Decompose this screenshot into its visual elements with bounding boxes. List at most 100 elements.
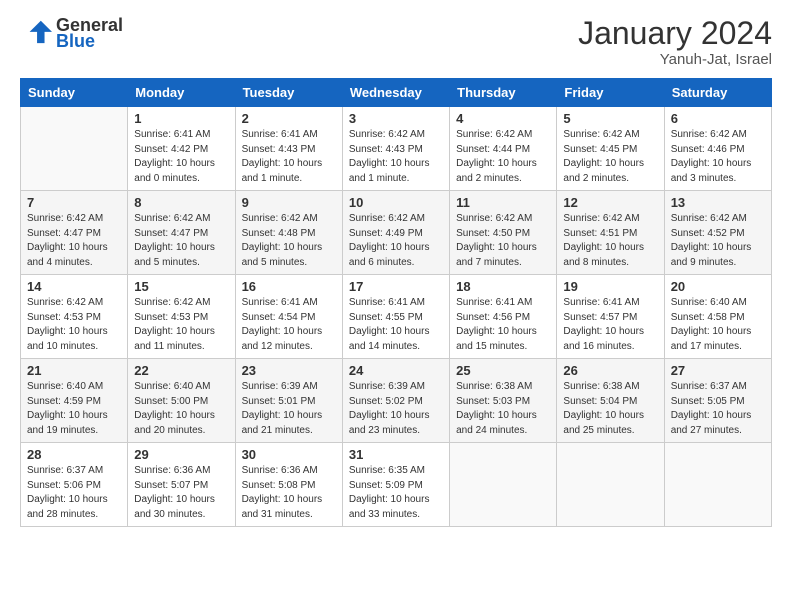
calendar-table: SundayMondayTuesdayWednesdayThursdayFrid…	[20, 78, 772, 527]
day-number: 10	[349, 195, 443, 210]
day-number: 25	[456, 363, 550, 378]
calendar-cell: 19 Sunrise: 6:41 AMSunset: 4:57 PMDayligh…	[557, 275, 664, 359]
day-number: 17	[349, 279, 443, 294]
day-detail: Sunrise: 6:39 AMSunset: 5:01 PMDaylight:…	[242, 380, 336, 438]
day-number: 4	[456, 111, 550, 126]
day-detail: Sunrise: 6:42 AMSunset: 4:50 PMDaylight:…	[456, 212, 550, 270]
day-number: 1	[134, 111, 228, 126]
day-detail: Sunrise: 6:42 AMSunset: 4:47 PMDaylight:…	[27, 212, 121, 270]
day-detail: Sunrise: 6:41 AMSunset: 4:57 PMDaylight:…	[563, 296, 657, 354]
calendar-dow-saturday: Saturday	[664, 79, 771, 107]
day-detail: Sunrise: 6:42 AMSunset: 4:51 PMDaylight:…	[563, 212, 657, 270]
day-number: 8	[134, 195, 228, 210]
calendar-dow-thursday: Thursday	[450, 79, 557, 107]
calendar-cell: 28 Sunrise: 6:37 AMSunset: 5:06 PMDayligh…	[21, 443, 128, 527]
day-detail: Sunrise: 6:41 AMSunset: 4:55 PMDaylight:…	[349, 296, 443, 354]
day-number: 21	[27, 363, 121, 378]
calendar-cell: 6 Sunrise: 6:42 AMSunset: 4:46 PMDaylight…	[664, 107, 771, 191]
day-detail: Sunrise: 6:42 AMSunset: 4:49 PMDaylight:…	[349, 212, 443, 270]
day-number: 23	[242, 363, 336, 378]
day-detail: Sunrise: 6:41 AMSunset: 4:43 PMDaylight:…	[242, 128, 336, 186]
calendar-cell: 29Sunrise: 6:36 AMSunset: 5:07 PMDayligh…	[128, 443, 235, 527]
page: General Blue January 2024 Yanuh-Jat, Isr…	[0, 0, 792, 612]
calendar-cell: 13Sunrise: 6:42 AMSunset: 4:52 PMDayligh…	[664, 191, 771, 275]
day-detail: Sunrise: 6:39 AMSunset: 5:02 PMDaylight:…	[349, 380, 443, 438]
month-title: January 2024	[578, 16, 772, 51]
day-number: 20	[671, 279, 765, 294]
day-number: 6	[671, 111, 765, 126]
calendar-cell: 25Sunrise: 6:38 AMSunset: 5:03 PMDayligh…	[450, 359, 557, 443]
calendar-dow-friday: Friday	[557, 79, 664, 107]
calendar-cell	[450, 443, 557, 527]
calendar-cell: 26 Sunrise: 6:38 AMSunset: 5:04 PMDayligh…	[557, 359, 664, 443]
calendar-cell: 1 Sunrise: 6:41 AMSunset: 4:42 PMDaylight…	[128, 107, 235, 191]
day-detail: Sunrise: 6:42 AMSunset: 4:48 PMDaylight:…	[242, 212, 336, 270]
day-detail: Sunrise: 6:38 AMSunset: 5:04 PMDaylight:…	[563, 380, 657, 438]
day-detail: Sunrise: 6:40 AMSunset: 4:59 PMDaylight:…	[27, 380, 121, 438]
day-detail: Sunrise: 6:40 AMSunset: 4:58 PMDaylight:…	[671, 296, 765, 354]
calendar-cell: 9 Sunrise: 6:42 AMSunset: 4:48 PMDaylight…	[235, 191, 342, 275]
day-detail: Sunrise: 6:35 AMSunset: 5:09 PMDaylight:…	[349, 464, 443, 522]
calendar-week-row: 7 Sunrise: 6:42 AMSunset: 4:47 PMDaylight…	[21, 191, 772, 275]
location: Yanuh-Jat, Israel	[578, 51, 772, 68]
day-detail: Sunrise: 6:41 AMSunset: 4:56 PMDaylight:…	[456, 296, 550, 354]
calendar-cell: 18 Sunrise: 6:41 AMSunset: 4:56 PMDayligh…	[450, 275, 557, 359]
day-detail: Sunrise: 6:42 AMSunset: 4:46 PMDaylight:…	[671, 128, 765, 186]
day-number: 27	[671, 363, 765, 378]
day-number: 9	[242, 195, 336, 210]
day-number: 22	[134, 363, 228, 378]
calendar-cell: 11Sunrise: 6:42 AMSunset: 4:50 PMDayligh…	[450, 191, 557, 275]
day-number: 2	[242, 111, 336, 126]
day-number: 16	[242, 279, 336, 294]
day-number: 7	[27, 195, 121, 210]
day-number: 30	[242, 447, 336, 462]
title-block: January 2024 Yanuh-Jat, Israel	[578, 16, 772, 68]
day-number: 3	[349, 111, 443, 126]
calendar-cell: 14 Sunrise: 6:42 AMSunset: 4:53 PMDayligh…	[21, 275, 128, 359]
day-detail: Sunrise: 6:41 AMSunset: 4:42 PMDaylight:…	[134, 128, 228, 186]
calendar-cell: 16 Sunrise: 6:41 AMSunset: 4:54 PMDayligh…	[235, 275, 342, 359]
day-detail: Sunrise: 6:41 AMSunset: 4:54 PMDaylight:…	[242, 296, 336, 354]
day-detail: Sunrise: 6:36 AMSunset: 5:07 PMDaylight:…	[134, 464, 228, 522]
calendar-week-row: 21 Sunrise: 6:40 AMSunset: 4:59 PMDayligh…	[21, 359, 772, 443]
calendar-cell: 27Sunrise: 6:37 AMSunset: 5:05 PMDayligh…	[664, 359, 771, 443]
header: General Blue January 2024 Yanuh-Jat, Isr…	[20, 16, 772, 68]
calendar-cell: 17 Sunrise: 6:41 AMSunset: 4:55 PMDayligh…	[342, 275, 449, 359]
calendar-cell: 21 Sunrise: 6:40 AMSunset: 4:59 PMDayligh…	[21, 359, 128, 443]
day-number: 15	[134, 279, 228, 294]
logo: General Blue	[20, 16, 123, 50]
day-detail: Sunrise: 6:42 AMSunset: 4:43 PMDaylight:…	[349, 128, 443, 186]
day-number: 19	[563, 279, 657, 294]
day-detail: Sunrise: 6:42 AMSunset: 4:53 PMDaylight:…	[27, 296, 121, 354]
calendar-cell: 24 Sunrise: 6:39 AMSunset: 5:02 PMDayligh…	[342, 359, 449, 443]
day-detail: Sunrise: 6:36 AMSunset: 5:08 PMDaylight:…	[242, 464, 336, 522]
calendar-dow-monday: Monday	[128, 79, 235, 107]
day-detail: Sunrise: 6:42 AMSunset: 4:53 PMDaylight:…	[134, 296, 228, 354]
calendar-cell: 3 Sunrise: 6:42 AMSunset: 4:43 PMDaylight…	[342, 107, 449, 191]
day-detail: Sunrise: 6:40 AMSunset: 5:00 PMDaylight:…	[134, 380, 228, 438]
day-number: 13	[671, 195, 765, 210]
calendar-cell: 8Sunrise: 6:42 AMSunset: 4:47 PMDaylight…	[128, 191, 235, 275]
calendar-cell: 4Sunrise: 6:42 AMSunset: 4:44 PMDaylight…	[450, 107, 557, 191]
calendar-dow-wednesday: Wednesday	[342, 79, 449, 107]
calendar-cell: 12Sunrise: 6:42 AMSunset: 4:51 PMDayligh…	[557, 191, 664, 275]
day-number: 28	[27, 447, 121, 462]
day-detail: Sunrise: 6:37 AMSunset: 5:06 PMDaylight:…	[27, 464, 121, 522]
calendar-week-row: 1 Sunrise: 6:41 AMSunset: 4:42 PMDaylight…	[21, 107, 772, 191]
calendar-cell	[557, 443, 664, 527]
calendar-cell: 15 Sunrise: 6:42 AMSunset: 4:53 PMDayligh…	[128, 275, 235, 359]
calendar-cell: 5Sunrise: 6:42 AMSunset: 4:45 PMDaylight…	[557, 107, 664, 191]
calendar-dow-sunday: Sunday	[21, 79, 128, 107]
calendar-cell: 2 Sunrise: 6:41 AMSunset: 4:43 PMDaylight…	[235, 107, 342, 191]
day-number: 26	[563, 363, 657, 378]
calendar-cell	[664, 443, 771, 527]
day-number: 18	[456, 279, 550, 294]
day-number: 24	[349, 363, 443, 378]
calendar-cell: 31Sunrise: 6:35 AMSunset: 5:09 PMDayligh…	[342, 443, 449, 527]
day-number: 14	[27, 279, 121, 294]
calendar-cell: 30 Sunrise: 6:36 AMSunset: 5:08 PMDayligh…	[235, 443, 342, 527]
calendar-dow-tuesday: Tuesday	[235, 79, 342, 107]
calendar-cell: 7 Sunrise: 6:42 AMSunset: 4:47 PMDaylight…	[21, 191, 128, 275]
calendar-cell: 23 Sunrise: 6:39 AMSunset: 5:01 PMDayligh…	[235, 359, 342, 443]
day-detail: Sunrise: 6:42 AMSunset: 4:45 PMDaylight:…	[563, 128, 657, 186]
